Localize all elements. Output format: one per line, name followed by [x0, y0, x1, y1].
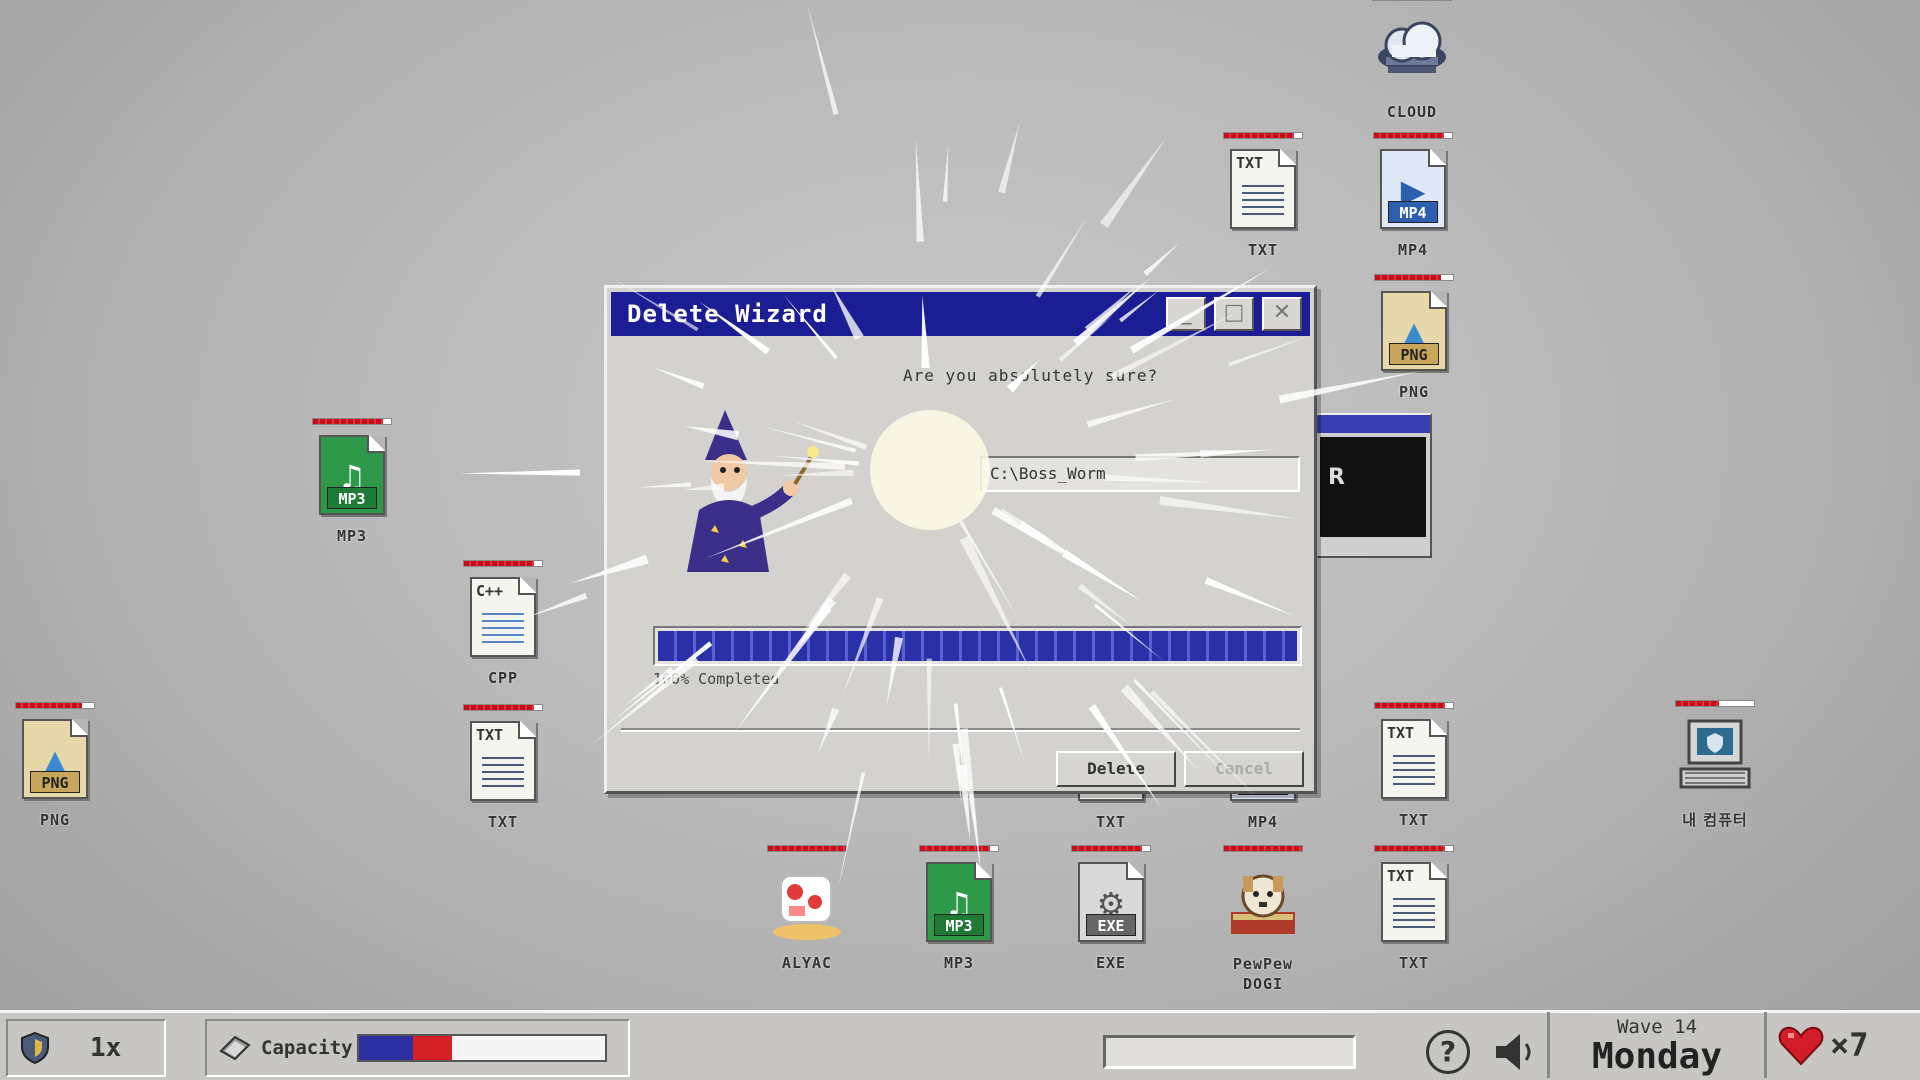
- desktop-icon-exe[interactable]: ⚙ EXE EXE: [1056, 845, 1166, 972]
- icon-label: PNG: [1398, 383, 1430, 401]
- txt-file-icon: TXT: [1230, 149, 1296, 229]
- health-bar: [1372, 0, 1452, 1]
- health-bar: [15, 702, 95, 709]
- alyac-pill-icon: [773, 875, 841, 940]
- mp3-file-icon: ♫ MP3: [319, 435, 385, 515]
- png-file-icon: ▲ PNG: [1381, 291, 1447, 371]
- icon-label: 내 컴퓨터: [1682, 811, 1748, 829]
- txt-file-icon: TXT: [470, 721, 536, 801]
- icon-label: PNG: [39, 811, 71, 829]
- desktop-icon-mp3[interactable]: ♫ MP3 MP3: [297, 418, 407, 545]
- cancel-button[interactable]: Cancel: [1184, 751, 1304, 787]
- cpp-file-icon: C++: [470, 577, 536, 657]
- icon-label: MP4: [1397, 241, 1429, 259]
- icon-label: MP3: [336, 527, 368, 545]
- health-bar: [463, 560, 543, 567]
- desktop-icon-my-computer[interactable]: 내 컴퓨터: [1660, 700, 1770, 830]
- mp4-file-icon: ▶MP4: [1380, 149, 1446, 229]
- dog-character-icon: [1231, 874, 1295, 934]
- desktop-icon-txt[interactable]: TXT TXT: [1359, 845, 1469, 972]
- health-bar: [463, 704, 543, 711]
- health-bar: [1223, 845, 1303, 852]
- shield-icon: [21, 1031, 49, 1065]
- speaker-icon[interactable]: [1490, 1030, 1540, 1074]
- lives-counter: ×7: [1778, 1024, 1869, 1066]
- help-button[interactable]: ?: [1426, 1030, 1470, 1074]
- capacity-label: Capacity: [261, 1037, 353, 1059]
- media-player-titlebar[interactable]: [1316, 415, 1430, 433]
- wave-day: Monday: [1591, 1036, 1723, 1077]
- icon-label: TXT: [1095, 813, 1127, 831]
- dialog-titlebar[interactable]: Delete Wizard _ □ ✕: [611, 292, 1310, 336]
- cloud-icon: [1378, 21, 1446, 73]
- capacity-meter: Capacity: [205, 1019, 630, 1077]
- health-bar: [767, 845, 847, 852]
- media-player-window[interactable]: R: [1314, 413, 1432, 558]
- capacity-used-segment: [358, 1036, 413, 1060]
- divider: [621, 728, 1300, 732]
- progress-label: 100% Completed: [653, 670, 780, 688]
- health-bar: [1071, 845, 1151, 852]
- disk-drive-icon: [219, 1035, 251, 1061]
- media-player-screen: R: [1320, 437, 1426, 537]
- target-path-field: C:\Boss_Worm: [980, 456, 1300, 492]
- icon-label: ALYAC: [781, 954, 833, 972]
- wizard-character-icon: [687, 410, 819, 572]
- exe-file-icon: ⚙ EXE: [1078, 862, 1144, 942]
- wave-number: Wave 14: [1616, 1016, 1698, 1038]
- game-speed-label: 1x: [90, 1033, 122, 1063]
- desktop-icon-cloud[interactable]: CLOUD: [1357, 0, 1467, 121]
- delete-wizard-dialog: Delete Wizard _ □ ✕ Are you absolutely s…: [604, 285, 1317, 794]
- capacity-danger-segment: [412, 1036, 452, 1060]
- icon-label: TXT: [1398, 811, 1430, 829]
- icon-label: PewPew DOGI: [1232, 955, 1294, 993]
- health-bar: [1675, 700, 1755, 707]
- desktop-icon-mp4[interactable]: ▶MP4 MP4: [1358, 132, 1468, 259]
- desktop-icon-pewpew-dogi[interactable]: PewPew DOGI: [1208, 845, 1318, 994]
- maximize-button[interactable]: □: [1214, 297, 1254, 331]
- icon-label: CLOUD: [1386, 103, 1438, 121]
- minimize-button[interactable]: _: [1166, 297, 1206, 331]
- icon-label: TXT: [1247, 241, 1279, 259]
- delete-button[interactable]: Delete: [1056, 751, 1176, 787]
- health-bar: [312, 418, 392, 425]
- desktop-icon-cpp[interactable]: C++ CPP: [448, 560, 558, 687]
- icon-label: MP4: [1247, 813, 1279, 831]
- desktop-icon-mp3[interactable]: ♫ MP3 MP3: [904, 845, 1014, 972]
- wave-indicator: Wave 14 Monday: [1547, 1012, 1767, 1078]
- desktop-icon-txt[interactable]: TXT TXT: [1208, 132, 1318, 259]
- health-bar: [1374, 845, 1454, 852]
- health-bar: [919, 845, 999, 852]
- dialog-title: Delete Wizard: [627, 300, 828, 328]
- health-bar: [1223, 132, 1303, 139]
- desktop-icon-png[interactable]: ▲ PNG PNG: [1359, 274, 1469, 401]
- icon-label: TXT: [1398, 954, 1430, 972]
- desktop-icon-txt[interactable]: TXT TXT: [448, 704, 558, 831]
- computer-icon: [1679, 719, 1751, 789]
- png-file-icon: ▲ PNG: [22, 719, 88, 799]
- capacity-bar: [356, 1034, 607, 1062]
- game-speed-control[interactable]: 1x: [6, 1019, 166, 1077]
- desktop-icon-txt[interactable]: TXT TXT: [1359, 702, 1469, 829]
- mp3-file-icon: ♫ MP3: [926, 862, 992, 942]
- icon-label: TXT: [487, 813, 519, 831]
- desktop-icon-alyac[interactable]: ALYAC: [752, 845, 862, 972]
- txt-file-icon: TXT: [1381, 719, 1447, 799]
- health-bar: [1374, 274, 1454, 281]
- txt-file-icon: TXT: [1381, 862, 1447, 942]
- icon-label: MP3: [943, 954, 975, 972]
- empty-item-slot[interactable]: [1103, 1035, 1356, 1069]
- heart-icon: [1778, 1026, 1824, 1066]
- close-button[interactable]: ✕: [1262, 297, 1302, 331]
- health-bar: [1373, 132, 1453, 139]
- delete-progress-bar: [653, 626, 1302, 666]
- confirm-question: Are you absolutely sure?: [903, 366, 1159, 385]
- icon-label: EXE: [1095, 954, 1127, 972]
- health-bar: [1374, 702, 1454, 709]
- icon-label: CPP: [487, 669, 519, 687]
- lives-count: ×7: [1830, 1026, 1869, 1064]
- desktop-icon-png[interactable]: ▲ PNG PNG: [0, 702, 110, 829]
